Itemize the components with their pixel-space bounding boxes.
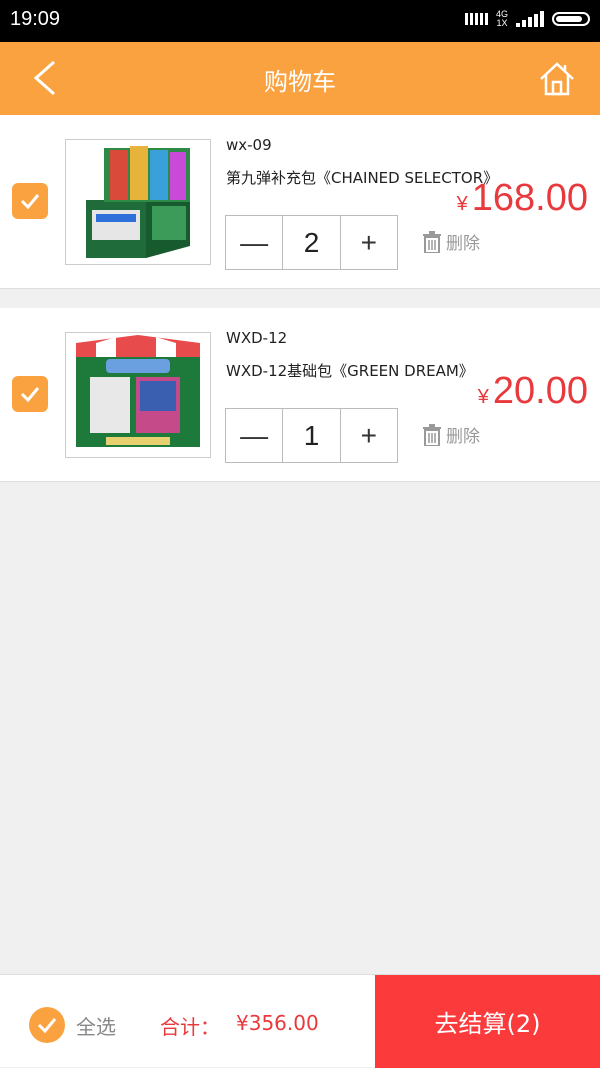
checkout-button[interactable]: 去结算(2) (375, 975, 600, 1068)
signal-dots-icon (464, 13, 488, 25)
network-type: 4G 1X (496, 10, 508, 28)
cart-item: wx-09 第九弹补充包《CHAINED SELECTOR》 ¥168.00 —… (0, 115, 600, 289)
signal-bars-icon (516, 11, 544, 27)
trash-icon (423, 230, 441, 253)
home-icon[interactable] (538, 60, 576, 98)
total-value: ¥356.00 (236, 1011, 319, 1035)
price-value: 168.00 (471, 177, 588, 219)
delete-button[interactable]: 删除 (422, 422, 480, 447)
product-price: ¥20.00 (478, 370, 588, 413)
increase-button[interactable]: + (341, 216, 397, 269)
decrease-button[interactable]: — (226, 409, 282, 462)
check-icon (37, 1018, 57, 1034)
status-bar: 19:09 4G 1X (0, 0, 600, 42)
check-icon (20, 387, 40, 403)
app-header: 购物车 (0, 42, 600, 115)
product-image[interactable] (65, 139, 211, 265)
starter-deck-image (66, 333, 210, 457)
status-icons: 4G 1X (464, 10, 590, 28)
product-name: WXD-12基础包《GREEN DREAM》 (226, 362, 474, 380)
delete-label: 删除 (446, 234, 480, 254)
product-image[interactable] (65, 332, 211, 458)
network-line-2: 1X (496, 18, 508, 28)
currency-symbol: ¥ (456, 193, 468, 215)
item-checkbox[interactable] (12, 376, 48, 412)
price-value: 20.00 (492, 370, 588, 412)
quantity-value[interactable]: 2 (282, 216, 341, 269)
increase-button[interactable]: + (341, 409, 397, 462)
product-code: WXD-12 (226, 329, 288, 347)
select-all-label[interactable]: 全选 (76, 1011, 116, 1040)
total-label: 合计： (160, 1015, 220, 1039)
product-price: ¥168.00 (457, 177, 588, 220)
trash-icon (423, 423, 441, 446)
decrease-button[interactable]: — (226, 216, 282, 269)
cart-item: WXD-12 WXD-12基础包《GREEN DREAM》 ¥20.00 — 1… (0, 308, 600, 482)
delete-label: 删除 (446, 427, 480, 447)
cart-footer: 全选 合计： ¥356.00 去结算(2) (0, 974, 600, 1068)
delete-button[interactable]: 删除 (422, 229, 480, 254)
booster-box-image (66, 140, 210, 264)
status-time: 19:09 (10, 8, 61, 30)
product-code: wx-09 (226, 136, 272, 154)
page-title: 购物车 (264, 68, 336, 96)
quantity-stepper: — 1 + (225, 408, 398, 463)
currency-symbol: ¥ (477, 386, 489, 408)
select-all-checkbox[interactable] (29, 1007, 65, 1043)
quantity-value[interactable]: 1 (282, 409, 341, 462)
quantity-stepper: — 2 + (225, 215, 398, 270)
check-icon (20, 194, 40, 210)
battery-icon (552, 12, 590, 26)
item-checkbox[interactable] (12, 183, 48, 219)
